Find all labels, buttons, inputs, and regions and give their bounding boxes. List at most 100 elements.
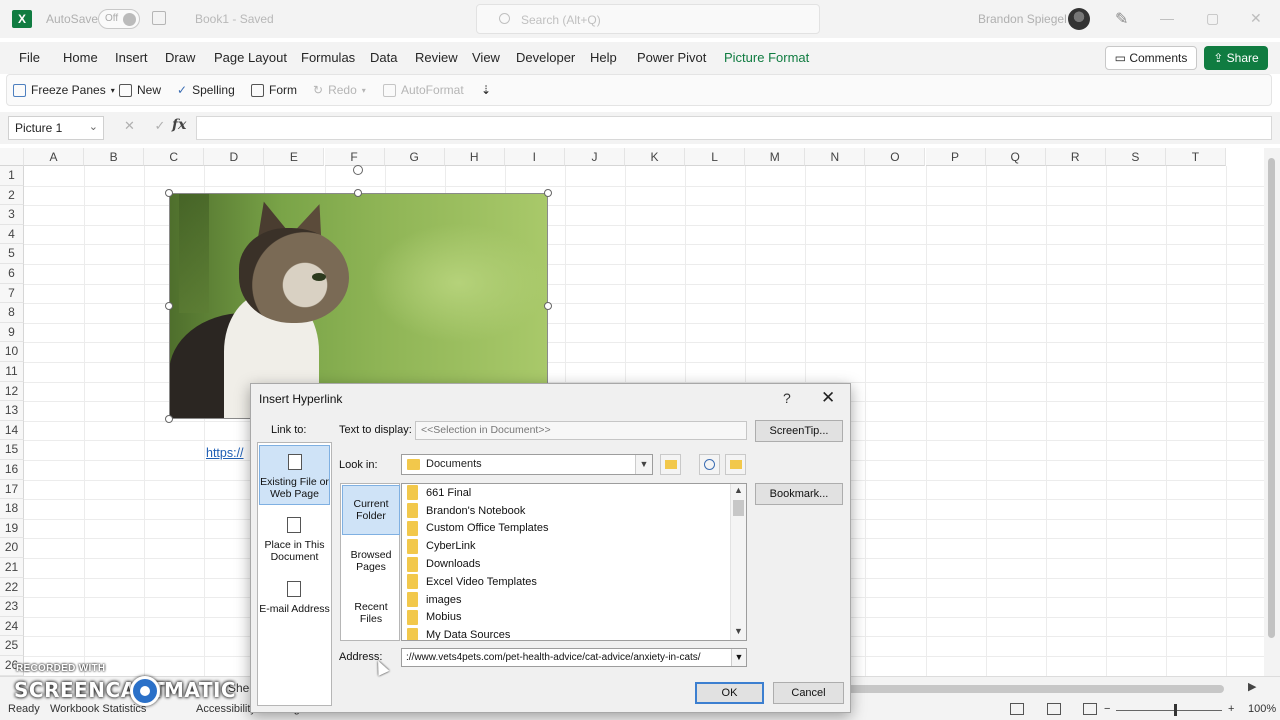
tab-formulas[interactable]: Formulas	[301, 50, 355, 65]
row-header-20[interactable]: 20	[0, 538, 24, 558]
row-header-24[interactable]: 24	[0, 616, 24, 637]
insert-function-icon[interactable]: fx	[172, 117, 186, 133]
pen-icon[interactable]: ✎	[1115, 9, 1128, 29]
scroll-down-icon[interactable]: ▼	[731, 626, 746, 636]
list-item[interactable]: Custom Office Templates	[407, 520, 548, 538]
row-header-12[interactable]: 12	[0, 381, 24, 402]
zoom-in-button[interactable]: +	[1228, 703, 1234, 715]
link-existing-file-button[interactable]: Existing File or Web Page	[259, 445, 330, 505]
list-item[interactable]: Mobius	[407, 609, 461, 627]
scroll-thumb[interactable]	[733, 500, 744, 516]
scroll-right-icon[interactable]: ▶	[1248, 680, 1256, 693]
column-header-f[interactable]: F	[324, 148, 385, 166]
autoformat-button[interactable]: AutoFormat	[383, 83, 464, 97]
form-button[interactable]: Form	[251, 83, 297, 97]
resize-handle-mr[interactable]	[544, 302, 552, 310]
column-header-o[interactable]: O	[865, 148, 926, 166]
tab-draw[interactable]: Draw	[165, 50, 195, 65]
screentip-button[interactable]: ScreenTip...	[755, 420, 843, 442]
column-header-g[interactable]: G	[384, 148, 445, 166]
minimize-button[interactable]: —	[1160, 10, 1174, 26]
tab-page-layout[interactable]: Page Layout	[214, 50, 287, 65]
close-button[interactable]: ✕	[1250, 10, 1262, 27]
browse-file-icon[interactable]	[725, 454, 746, 475]
list-item[interactable]: CyberLink	[407, 537, 476, 555]
formula-input[interactable]	[196, 116, 1272, 140]
text-to-display-input[interactable]: <<Selection in Document>>	[415, 421, 747, 440]
share-button[interactable]: ⇪ Share	[1204, 46, 1268, 70]
row-header-8[interactable]: 8	[0, 303, 24, 323]
row-header-9[interactable]: 9	[0, 322, 24, 343]
tab-insert[interactable]: Insert	[115, 50, 148, 65]
row-header-10[interactable]: 10	[0, 342, 24, 362]
list-item[interactable]: Brandon's Notebook	[407, 502, 525, 520]
tab-review[interactable]: Review	[415, 50, 458, 65]
row-header-5[interactable]: 5	[0, 244, 24, 264]
row-header-3[interactable]: 3	[0, 205, 24, 225]
column-header-b[interactable]: B	[84, 148, 145, 166]
zoom-out-button[interactable]: −	[1104, 703, 1110, 715]
column-header-r[interactable]: R	[1045, 148, 1106, 166]
resize-handle-ml[interactable]	[165, 302, 173, 310]
resize-handle-bl[interactable]	[165, 415, 173, 423]
horizontal-scrollbar[interactable]	[846, 685, 1224, 693]
rotate-handle[interactable]	[353, 165, 363, 175]
file-list[interactable]: 661 Final Brandon's Notebook Custom Offi…	[401, 483, 747, 641]
page-break-view-icon[interactable]	[1083, 703, 1097, 715]
redo-button[interactable]: ↻ Redo ▾	[313, 83, 366, 97]
column-header-s[interactable]: S	[1105, 148, 1166, 166]
workbook-name[interactable]: Book1 - Saved	[195, 12, 274, 26]
file-list-scrollbar[interactable]: ▲ ▼	[730, 484, 746, 640]
resize-handle-tl[interactable]	[165, 189, 173, 197]
list-item[interactable]: images	[407, 591, 461, 609]
row-header-11[interactable]: 11	[0, 362, 24, 382]
autosave-toggle[interactable]: Off	[98, 9, 140, 29]
column-header-c[interactable]: C	[144, 148, 205, 166]
column-header-m[interactable]: M	[745, 148, 806, 166]
bookmark-button[interactable]: Bookmark...	[755, 483, 843, 505]
row-header-16[interactable]: 16	[0, 460, 24, 480]
workbook-statistics[interactable]: Workbook Statistics	[50, 703, 146, 715]
spelling-button[interactable]: ✓ Spelling	[177, 83, 235, 97]
row-header-15[interactable]: 15	[0, 440, 24, 460]
help-button[interactable]: ?	[783, 390, 791, 406]
nav-browsed-pages[interactable]: Browsed Pages	[342, 537, 400, 587]
list-item[interactable]: My Data Sources	[407, 626, 510, 640]
resize-handle-tr[interactable]	[544, 189, 552, 197]
new-button[interactable]: New	[119, 83, 161, 97]
column-header-a[interactable]: A	[24, 148, 85, 166]
zoom-slider-knob[interactable]	[1174, 704, 1177, 716]
column-header-l[interactable]: L	[685, 148, 746, 166]
row-header-1[interactable]: 1	[0, 166, 24, 186]
cell-hyperlink[interactable]: https://	[206, 446, 244, 460]
ok-button[interactable]: OK	[695, 682, 764, 704]
column-header-q[interactable]: Q	[985, 148, 1046, 166]
row-header-6[interactable]: 6	[0, 264, 24, 284]
tab-home[interactable]: Home	[63, 50, 98, 65]
cancel-button[interactable]: Cancel	[773, 682, 844, 704]
normal-view-icon[interactable]	[1010, 703, 1024, 715]
tab-file[interactable]: File	[19, 50, 40, 65]
row-header-19[interactable]: 19	[0, 518, 24, 539]
scroll-thumb[interactable]	[1268, 158, 1275, 638]
save-icon[interactable]	[152, 11, 166, 25]
zoom-slider[interactable]	[1116, 710, 1222, 711]
dialog-close-button[interactable]: ✕	[821, 388, 835, 408]
row-header-23[interactable]: 23	[0, 597, 24, 617]
row-header-4[interactable]: 4	[0, 224, 24, 245]
row-header-7[interactable]: 7	[0, 283, 24, 304]
resize-handle-tm[interactable]	[354, 189, 362, 197]
link-place-in-document-button[interactable]: Place in This Document	[259, 509, 330, 569]
nav-current-folder[interactable]: Current Folder	[342, 485, 400, 535]
link-email-button[interactable]: E-mail Address	[259, 573, 330, 633]
column-header-j[interactable]: J	[564, 148, 625, 166]
browse-web-icon[interactable]	[699, 454, 720, 475]
name-box[interactable]: Picture 1 ⌄	[8, 116, 104, 140]
avatar[interactable]	[1068, 8, 1090, 30]
column-header-d[interactable]: D	[204, 148, 265, 166]
list-item[interactable]: Excel Video Templates	[407, 573, 537, 591]
list-item[interactable]: 661 Final	[407, 484, 471, 502]
nav-recent-files[interactable]: Recent Files	[342, 589, 400, 639]
row-header-18[interactable]: 18	[0, 499, 24, 519]
cancel-enter-icons[interactable]: ✕ ✓	[124, 118, 173, 134]
